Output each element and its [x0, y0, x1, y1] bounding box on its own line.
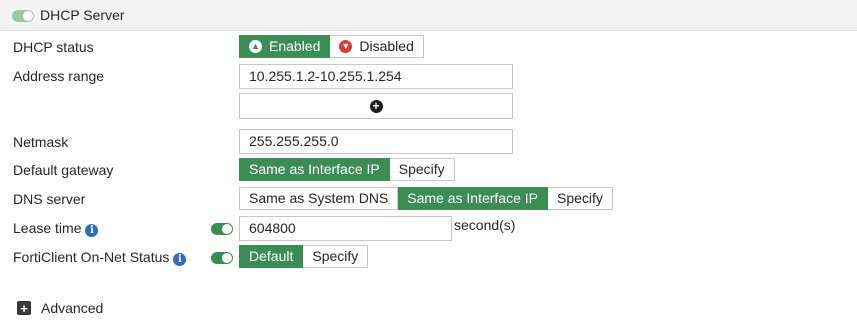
address-range-input[interactable]: 10.255.1.2-10.255.1.254: [239, 64, 513, 89]
forticlient-toggle[interactable]: [211, 252, 233, 264]
dhcp-server-header: DHCP Server: [0, 0, 857, 31]
info-icon[interactable]: i: [85, 224, 99, 237]
option-label: Enabled: [269, 38, 321, 54]
netmask-input[interactable]: 255.255.255.0: [239, 129, 513, 154]
default-gateway-same-as-interface-option[interactable]: Same as Interface IP: [239, 158, 390, 181]
advanced-expander[interactable]: + Advanced: [17, 300, 103, 316]
section-title: DHCP Server: [40, 7, 125, 23]
arrow-down-circle-icon: ▼: [339, 40, 353, 53]
dhcp-status-disabled-option[interactable]: ▼ Disabled: [330, 35, 424, 58]
option-label: Disabled: [359, 38, 414, 54]
forticlient-default-option[interactable]: Default: [239, 245, 304, 268]
lease-time-label: Lease time: [13, 220, 82, 236]
toggle-knob: [222, 253, 232, 263]
dhcp-status-selector: ▲ Enabled ▼ Disabled: [239, 35, 424, 58]
arrow-up-circle-icon: ▲: [249, 40, 262, 53]
address-range-label: Address range: [13, 68, 105, 84]
dns-server-selector: Same as System DNS Same as Interface IP …: [239, 187, 613, 210]
netmask-label: Netmask: [13, 134, 69, 150]
lease-time-unit: second(s): [454, 217, 516, 233]
plus-square-icon: +: [17, 301, 31, 315]
lease-time-toggle[interactable]: [211, 223, 233, 235]
default-gateway-label: Default gateway: [13, 162, 114, 178]
add-address-range-button[interactable]: +: [239, 93, 513, 119]
dhcp-status-enabled-option[interactable]: ▲ Enabled: [239, 35, 331, 58]
forticlient-selector: Default Specify: [239, 245, 369, 268]
toggle-knob: [222, 224, 232, 234]
dns-server-specify-option[interactable]: Specify: [548, 187, 613, 210]
dns-server-same-as-interface-option[interactable]: Same as Interface IP: [398, 187, 548, 210]
forticlient-specify-option[interactable]: Specify: [303, 245, 369, 268]
forticlient-label-group: FortiClient On-Net Status i: [13, 249, 187, 266]
plus-circle-icon: +: [369, 99, 383, 113]
toggle-knob: [23, 11, 33, 21]
lease-time-input[interactable]: 604800: [239, 216, 452, 241]
default-gateway-specify-option[interactable]: Specify: [389, 158, 455, 181]
dhcp-status-label: DHCP status: [13, 39, 94, 55]
advanced-label: Advanced: [41, 300, 104, 316]
dns-server-same-as-system-option[interactable]: Same as System DNS: [239, 187, 399, 210]
default-gateway-selector: Same as Interface IP Specify: [239, 158, 455, 181]
dns-server-label: DNS server: [13, 191, 86, 207]
lease-time-label-group: Lease time i: [13, 220, 99, 237]
info-icon[interactable]: i: [173, 253, 187, 266]
forticlient-label: FortiClient On-Net Status: [13, 249, 170, 265]
dhcp-server-toggle[interactable]: [12, 10, 34, 22]
